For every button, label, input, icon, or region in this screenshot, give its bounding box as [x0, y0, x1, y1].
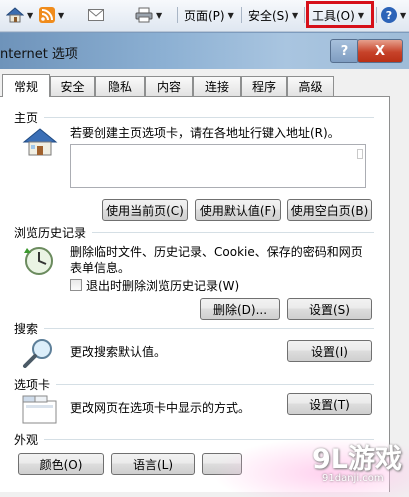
- tab-label: 高级: [298, 80, 323, 94]
- help-icon: ?: [381, 7, 397, 23]
- button-label: 使用空白页(B): [290, 203, 369, 218]
- button-label: 设置(S): [309, 302, 350, 317]
- button-label: 删除(D)...: [212, 302, 268, 317]
- watermark-url: 91danji.com: [322, 473, 384, 484]
- use-default-button[interactable]: 使用默认值(F): [195, 199, 281, 221]
- delete-history-button[interactable]: 删除(D)...: [200, 298, 280, 320]
- languages-button[interactable]: 语言(L): [111, 453, 195, 475]
- tabs-section-heading: 选项卡: [14, 376, 57, 393]
- site-watermark: 9L游戏 91danji.com: [212, 437, 409, 497]
- safety-menu-label: 安全(S): [248, 8, 289, 23]
- watermark-logo-text: 9L游戏: [312, 444, 402, 475]
- page-menu[interactable]: 页面(P) ▼: [184, 6, 234, 24]
- tab-privacy[interactable]: 隐私: [95, 76, 145, 96]
- history-clock-icon: [24, 247, 53, 275]
- home-page-icon: [22, 128, 58, 156]
- home-section-heading: 主页: [14, 109, 45, 126]
- button-label: 设置(I): [311, 344, 348, 359]
- question-icon: ?: [340, 43, 349, 59]
- section-divider: [14, 328, 374, 329]
- home-page-url-textarea[interactable]: [70, 144, 366, 188]
- tab-label: 连接: [204, 80, 229, 94]
- button-label: 颜色(O): [39, 457, 83, 472]
- feeds-button[interactable]: ▼: [39, 6, 64, 24]
- toolbar-separator: [304, 7, 305, 23]
- tab-label: 安全: [60, 80, 85, 94]
- ie-command-bar: ▼ ▼ ▼ 页面(P) ▼ 安全(S) ▼ 工具(O) ▼ ? ▼: [0, 0, 409, 32]
- tab-advanced[interactable]: 高级: [287, 76, 334, 96]
- printer-icon: [135, 7, 153, 23]
- delete-history-on-exit-label[interactable]: 退出时删除浏览历史记录(W): [86, 277, 239, 294]
- button-label: 使用默认值(F): [199, 203, 277, 218]
- chevron-down-icon: ▼: [291, 10, 299, 20]
- tab-label: 常规: [13, 79, 38, 94]
- history-section-heading: 浏览历史记录: [14, 224, 93, 241]
- chevron-down-icon[interactable]: ▼: [58, 11, 64, 20]
- mail-icon: [88, 9, 104, 21]
- dialog-close-button[interactable]: X: [357, 39, 403, 63]
- button-label: 设置(T): [309, 397, 350, 412]
- history-description-line2: 表单信息。: [70, 261, 131, 275]
- colors-button[interactable]: 颜色(O): [18, 453, 104, 475]
- tab-connections[interactable]: 连接: [193, 76, 241, 96]
- general-tab-panel: 主页 若要创建主页选项卡，请在各地址行键入地址(R)。 使用当前页(C) 使用默…: [0, 96, 390, 492]
- toolbar-separator: [241, 7, 242, 23]
- section-divider: [14, 117, 374, 118]
- rss-icon: [39, 7, 55, 23]
- tabs-settings-button[interactable]: 设置(T): [287, 393, 372, 415]
- tab-programs[interactable]: 程序: [241, 76, 287, 96]
- help-menu[interactable]: ? ▼: [381, 6, 406, 24]
- use-blank-button[interactable]: 使用空白页(B): [287, 199, 372, 221]
- section-divider: [14, 384, 374, 385]
- home-icon: [6, 7, 24, 23]
- tab-label: 程序: [251, 80, 276, 94]
- dialog-title-bar[interactable]: nternet 选项 ? X: [0, 32, 409, 69]
- dialog-title: nternet 选项: [0, 47, 78, 62]
- chevron-down-icon: ▼: [400, 10, 407, 20]
- home-instruction: 若要创建主页选项卡，请在各地址行键入地址(R)。: [70, 126, 340, 140]
- magnifier-icon: [23, 339, 52, 368]
- use-current-button[interactable]: 使用当前页(C): [102, 199, 188, 221]
- toolbar-separator: [376, 7, 377, 23]
- button-label: 语言(L): [132, 457, 174, 472]
- close-icon: X: [374, 43, 386, 59]
- toolbar-separator: [177, 7, 178, 23]
- textarea-scroll-handle[interactable]: [357, 149, 363, 159]
- tab-label: 内容: [156, 80, 181, 94]
- tools-menu-highlight: [306, 1, 374, 28]
- read-mail-button[interactable]: [88, 6, 104, 24]
- tabs-description: 更改网页在选项卡中显示的方式。: [70, 401, 251, 415]
- tabbed-window-icon: [22, 395, 57, 424]
- tab-general[interactable]: 常规: [2, 74, 50, 97]
- tab-label: 隐私: [107, 80, 132, 94]
- safety-menu[interactable]: 安全(S) ▼: [248, 6, 298, 24]
- history-settings-button[interactable]: 设置(S): [287, 298, 372, 320]
- search-settings-button[interactable]: 设置(I): [287, 340, 372, 362]
- page-menu-label: 页面(P): [184, 8, 225, 23]
- history-description-line1: 删除临时文件、历史记录、Cookie、保存的密码和网页: [70, 245, 363, 259]
- options-tabs: 常规 安全 隐私 内容 连接 程序 高级: [0, 74, 409, 97]
- home-button[interactable]: ▼: [6, 6, 33, 24]
- dialog-help-button[interactable]: ?: [330, 39, 359, 63]
- delete-history-on-exit-checkbox[interactable]: [70, 279, 82, 291]
- tab-content[interactable]: 内容: [145, 76, 193, 96]
- chevron-down-icon: ▼: [227, 10, 234, 20]
- tab-security[interactable]: 安全: [50, 76, 95, 96]
- appearance-section-heading: 外观: [14, 431, 45, 448]
- chevron-down-icon[interactable]: ▼: [27, 11, 33, 20]
- print-button[interactable]: ▼: [135, 6, 162, 24]
- chevron-down-icon[interactable]: ▼: [156, 11, 162, 20]
- search-section-heading: 搜索: [14, 320, 45, 337]
- button-label: 使用当前页(C): [106, 203, 184, 218]
- search-description: 更改搜索默认值。: [70, 345, 167, 359]
